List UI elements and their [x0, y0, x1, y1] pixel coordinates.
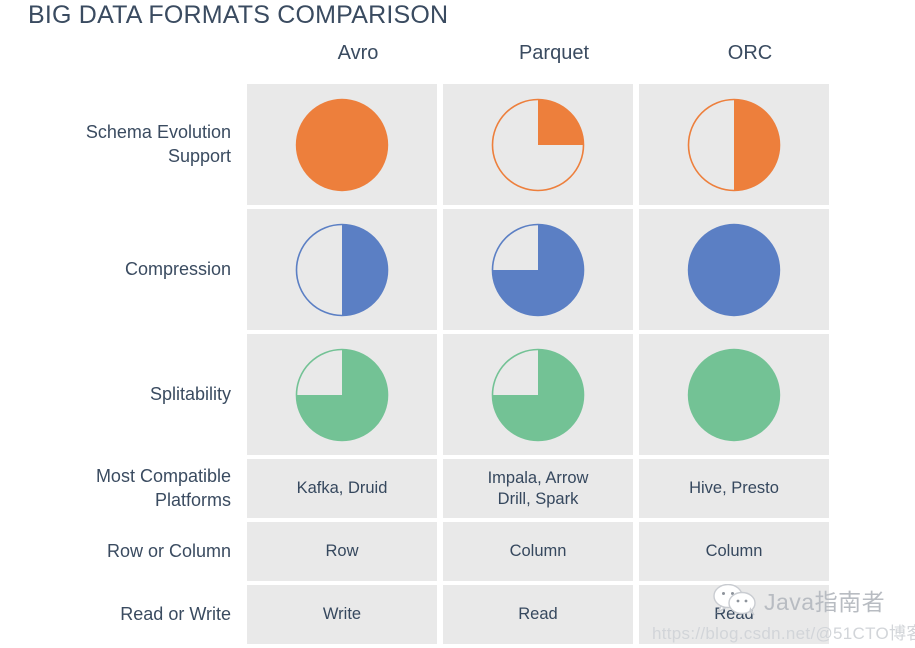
cell-parquet-r2: [443, 334, 633, 455]
row-label: Most Compatible Platforms: [95, 466, 231, 510]
cell-orc-r5: Read: [639, 585, 829, 644]
cell-parquet-r5: Read: [443, 585, 633, 644]
comparison-infographic: BIG DATA FORMATS COMPARISON Avro Parquet…: [0, 0, 915, 647]
cell-orc-r0: [639, 84, 829, 205]
cell-text: Write: [322, 605, 362, 624]
table-row: Read or Write Write Read Read: [0, 585, 915, 644]
pie-chart-orc: [687, 223, 781, 317]
pie-chart-parquet: [491, 348, 585, 442]
row-label: Schema Evolution Support: [85, 122, 231, 166]
row-cells: [247, 334, 915, 455]
cell-avro-r3: Kafka, Druid: [247, 459, 437, 518]
row-label: Splitability: [149, 383, 231, 404]
row-cells: Row Column Column: [247, 522, 915, 581]
cell-avro-r2: [247, 334, 437, 455]
pie-chart-avro: [295, 98, 389, 192]
row-label: Row or Column: [106, 540, 231, 561]
cell-text: Kafka, Druid: [296, 479, 388, 498]
column-header-orc: ORC: [727, 42, 773, 64]
cell-avro-r1: [247, 209, 437, 330]
cell-avro-r4: Row: [247, 522, 437, 581]
cell-text: Column: [705, 542, 763, 561]
cell-text: Column: [509, 542, 567, 561]
row-cells: [247, 209, 915, 330]
cell-parquet-r3: Impala, Arrow Drill, Spark: [443, 459, 633, 518]
page-title: BIG DATA FORMATS COMPARISON: [28, 1, 449, 29]
column-header-row: Avro Parquet ORC: [263, 42, 914, 65]
cell-text: Read: [714, 605, 754, 624]
comparison-grid: Schema Evolution Support Compression Splita…: [0, 84, 915, 648]
pie-chart-avro: [295, 223, 389, 317]
column-header-parquet: Parquet: [518, 42, 590, 64]
cell-parquet-r0: [443, 84, 633, 205]
cell-parquet-r1: [443, 209, 633, 330]
pie-chart-avro: [295, 348, 389, 442]
table-row: Row or Column Row Column Column: [0, 522, 915, 581]
row-label: Compression: [124, 258, 231, 279]
table-row: Splitability: [0, 334, 915, 455]
cell-orc-r1: [639, 209, 829, 330]
cell-avro-r5: Write: [247, 585, 437, 644]
cell-parquet-r4: Column: [443, 522, 633, 581]
row-label: Read or Write: [120, 603, 231, 624]
cell-orc-r4: Column: [639, 522, 829, 581]
cell-avro-r0: [247, 84, 437, 205]
row-cells: Kafka, Druid Impala, Arrow Drill, Spark Hi…: [247, 459, 915, 518]
table-row: Most Compatible Platforms Kafka, Druid Impa…: [0, 459, 915, 518]
table-row: Schema Evolution Support: [0, 84, 915, 205]
cell-text: Read: [518, 605, 558, 624]
row-cells: Write Read Read: [247, 585, 915, 644]
pie-chart-orc: [687, 98, 781, 192]
cell-orc-r2: [639, 334, 829, 455]
pie-chart-parquet: [491, 223, 585, 317]
table-row: Compression: [0, 209, 915, 330]
cell-text: Impala, Arrow Drill, Spark: [487, 469, 589, 508]
cell-text: Hive, Presto: [689, 479, 779, 498]
cell-orc-r3: Hive, Presto: [639, 459, 829, 518]
column-header-avro: Avro: [337, 42, 379, 64]
row-cells: [247, 84, 915, 205]
pie-chart-orc: [687, 348, 781, 442]
cell-text: Row: [325, 542, 359, 561]
pie-chart-parquet: [491, 98, 585, 192]
